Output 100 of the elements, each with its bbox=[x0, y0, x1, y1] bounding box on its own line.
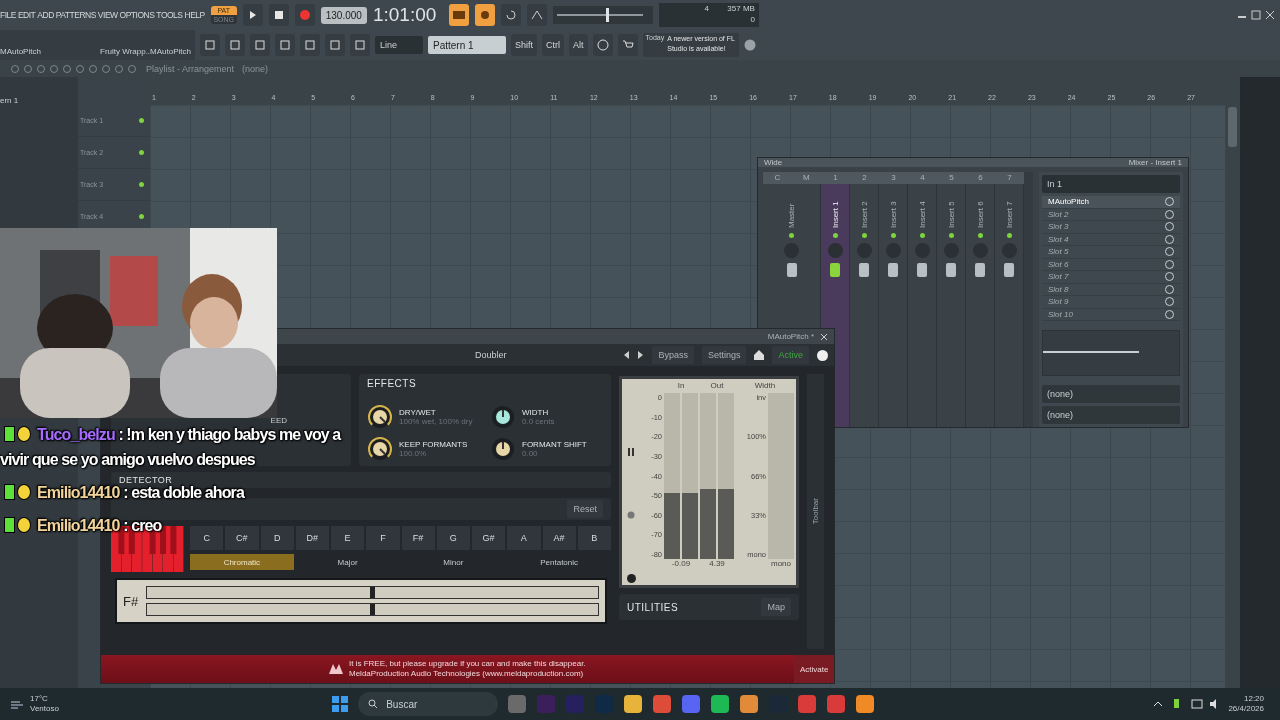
metronome-button[interactable] bbox=[526, 4, 547, 26]
mixer-preset[interactable]: Wide bbox=[764, 158, 783, 167]
home-icon[interactable] bbox=[754, 350, 765, 360]
step-button[interactable] bbox=[448, 4, 469, 26]
app-icon[interactable] bbox=[827, 695, 846, 713]
strip-name[interactable]: Insert 6 bbox=[975, 188, 985, 228]
modifier-key[interactable]: Shift bbox=[511, 34, 537, 56]
volume-fader[interactable] bbox=[786, 263, 797, 277]
knob[interactable] bbox=[367, 404, 393, 430]
track-led-icon[interactable] bbox=[139, 214, 144, 219]
scale-tab[interactable]: Major bbox=[295, 554, 400, 570]
snap-select[interactable]: Line bbox=[375, 36, 423, 54]
strip-name[interactable]: Insert 1 bbox=[830, 188, 840, 228]
volume-fader[interactable] bbox=[946, 263, 956, 277]
pattern-item[interactable]: ern 1 bbox=[0, 96, 19, 105]
note-key[interactable]: C bbox=[190, 526, 224, 550]
led-icon[interactable] bbox=[977, 233, 983, 238]
toolbar-tab[interactable]: Toolbar bbox=[811, 498, 820, 525]
knob[interactable] bbox=[367, 436, 393, 462]
output-select[interactable]: (none) bbox=[1042, 385, 1180, 403]
windows-icon[interactable] bbox=[332, 696, 349, 712]
scale-tab[interactable]: Pentatonic bbox=[507, 554, 611, 570]
knob[interactable] bbox=[490, 436, 516, 462]
bypass-button[interactable]: Bypass bbox=[652, 346, 694, 364]
led-icon[interactable] bbox=[861, 233, 867, 238]
activate-button[interactable]: Activate bbox=[794, 655, 834, 683]
app-icon[interactable] bbox=[682, 695, 701, 713]
playlist-tools-icon[interactable] bbox=[10, 63, 138, 74]
led-icon[interactable] bbox=[890, 233, 896, 238]
preset-name[interactable]: Doubler bbox=[474, 350, 507, 360]
strip-name[interactable]: Insert 4 bbox=[917, 188, 927, 228]
menu-item[interactable]: OPTIONS bbox=[119, 10, 155, 20]
next-icon[interactable] bbox=[638, 351, 645, 359]
app-icon[interactable] bbox=[856, 695, 875, 713]
search-field[interactable]: Buscar bbox=[358, 692, 499, 716]
toolbar-button[interactable] bbox=[275, 34, 295, 56]
track-led-icon[interactable] bbox=[139, 150, 144, 155]
input-select[interactable]: In 1 bbox=[1042, 175, 1180, 193]
led-icon[interactable] bbox=[1006, 233, 1012, 238]
close-icon[interactable] bbox=[820, 332, 828, 341]
toolbar-button[interactable] bbox=[225, 34, 245, 56]
settings-button[interactable]: Settings bbox=[701, 346, 747, 364]
note-key[interactable]: F bbox=[366, 526, 400, 550]
note-key[interactable]: B bbox=[577, 526, 611, 550]
loop-button[interactable] bbox=[500, 4, 521, 26]
eq-graph[interactable] bbox=[1042, 330, 1180, 376]
pattern-select[interactable]: Pattern 1 bbox=[428, 36, 506, 54]
note-key[interactable]: E bbox=[331, 526, 365, 550]
led-icon[interactable] bbox=[832, 233, 838, 238]
note-key[interactable]: D# bbox=[295, 526, 329, 550]
map-button[interactable]: Map bbox=[761, 598, 791, 616]
track-led-icon[interactable] bbox=[139, 118, 144, 123]
scale-tab[interactable]: Chromatic bbox=[190, 554, 294, 570]
volume-fader[interactable] bbox=[975, 263, 985, 277]
menu-item[interactable]: FILE bbox=[0, 10, 16, 20]
track-led-icon[interactable] bbox=[139, 182, 144, 187]
modifier-key[interactable]: Ctrl bbox=[542, 34, 564, 56]
menu-item[interactable]: TOOLS bbox=[156, 10, 183, 20]
strip-name[interactable]: Insert 2 bbox=[859, 188, 869, 228]
toolbar-button[interactable] bbox=[200, 34, 220, 56]
toolbar-button[interactable] bbox=[350, 34, 370, 56]
scale-tab[interactable]: Minor bbox=[401, 554, 506, 570]
strip-name[interactable]: Insert 5 bbox=[946, 188, 956, 228]
menu-item[interactable]: PATTERNS bbox=[55, 10, 96, 20]
knob[interactable] bbox=[490, 404, 516, 430]
slider-handle[interactable] bbox=[605, 8, 609, 22]
led-icon[interactable] bbox=[789, 233, 794, 238]
note-key[interactable]: G bbox=[436, 526, 470, 550]
note-key[interactable]: F# bbox=[401, 526, 435, 550]
note-key[interactable]: D bbox=[260, 526, 294, 550]
volume-fader[interactable] bbox=[830, 263, 840, 277]
note-key[interactable]: A bbox=[507, 526, 541, 550]
menu-item[interactable]: HELP bbox=[184, 10, 205, 20]
modifier-key[interactable]: Alt bbox=[569, 34, 588, 56]
menu-item[interactable]: VIEW bbox=[97, 10, 118, 20]
note-key[interactable]: C# bbox=[225, 526, 259, 550]
volume-fader[interactable] bbox=[917, 263, 927, 277]
play-button[interactable] bbox=[242, 4, 263, 26]
menu-item[interactable]: EDIT bbox=[17, 10, 36, 20]
pause-icon[interactable] bbox=[628, 448, 634, 456]
toolbar-button[interactable] bbox=[325, 34, 345, 56]
reset-button[interactable]: Reset bbox=[567, 500, 603, 518]
tempo-display[interactable]: 130.000 bbox=[320, 6, 367, 24]
volume-fader[interactable] bbox=[859, 263, 869, 277]
volume-fader[interactable] bbox=[1004, 263, 1014, 277]
led-icon[interactable] bbox=[919, 233, 925, 238]
window-controls-icon[interactable] bbox=[1236, 10, 1276, 20]
strip-name[interactable]: Insert 3 bbox=[888, 188, 898, 228]
strip-name[interactable]: Master bbox=[787, 188, 796, 228]
note-key[interactable]: G# bbox=[472, 526, 506, 550]
app-icon[interactable] bbox=[711, 695, 730, 713]
led-icon[interactable] bbox=[948, 233, 954, 238]
app-icon[interactable] bbox=[798, 695, 817, 713]
previous-icon[interactable] bbox=[624, 351, 631, 359]
stop-button[interactable] bbox=[268, 4, 289, 26]
record-button[interactable] bbox=[294, 4, 315, 26]
active-button[interactable]: Active bbox=[772, 346, 809, 364]
note-key[interactable]: A# bbox=[542, 526, 576, 550]
blend-button[interactable] bbox=[474, 4, 495, 26]
strip-name[interactable]: Insert 7 bbox=[1004, 188, 1014, 228]
